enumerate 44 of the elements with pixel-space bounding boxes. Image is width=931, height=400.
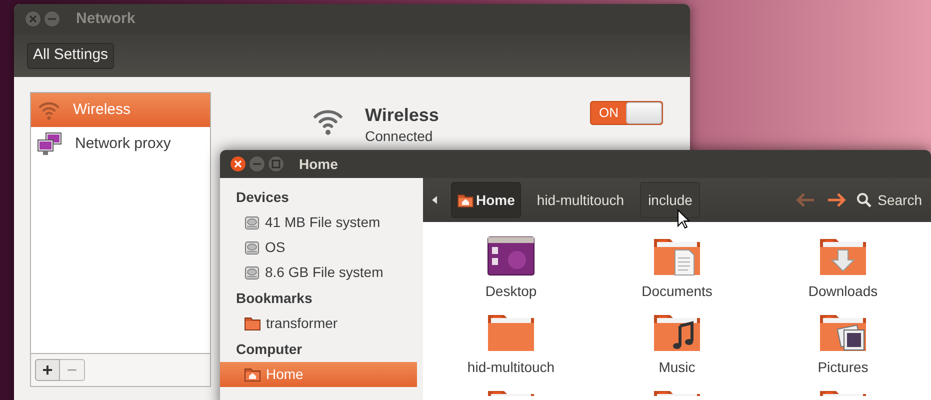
folder-icon xyxy=(244,316,261,331)
window-title: Network xyxy=(76,8,136,29)
sidebar-item[interactable]: transformer xyxy=(220,311,423,336)
sidebar-item[interactable]: 8.6 GB File system xyxy=(220,260,423,285)
file-label: Downloads xyxy=(808,282,878,300)
home-folder-icon xyxy=(244,367,261,382)
path-button[interactable]: hid-multitouch xyxy=(526,182,634,218)
hard-drive-icon xyxy=(244,214,260,230)
folder-icon xyxy=(653,388,701,396)
add-button[interactable]: + xyxy=(35,359,60,381)
sidebar-item[interactable]: 41 MB File system xyxy=(220,210,423,235)
document-folder-icon xyxy=(653,236,701,276)
download-folder-icon xyxy=(819,236,867,276)
forward-arrow-icon[interactable] xyxy=(826,193,846,207)
file-label: Documents xyxy=(642,282,712,300)
sidebar-item[interactable]: OS xyxy=(220,235,423,260)
file-label: Music xyxy=(658,358,696,376)
path-button[interactable]: include xyxy=(640,182,700,218)
file-label: hid-multitouch xyxy=(467,358,555,376)
desktop-icon xyxy=(487,236,535,276)
scroll-left-icon[interactable] xyxy=(431,195,439,205)
home-folder-icon xyxy=(457,192,474,208)
monitors-icon xyxy=(37,132,63,156)
folder-icon xyxy=(487,388,535,396)
path-button[interactable]: Home xyxy=(451,182,521,218)
search-icon xyxy=(856,192,872,208)
music-folder-icon xyxy=(653,312,701,352)
search-button[interactable]: Search xyxy=(856,190,922,210)
sidebar-heading: Bookmarks xyxy=(235,288,314,308)
sidebar-heading: Computer xyxy=(235,340,304,359)
folder-icon xyxy=(487,312,535,352)
hard-drive-icon xyxy=(244,264,260,280)
folder-icon xyxy=(819,388,867,396)
all-settings-button[interactable]: All Settings xyxy=(27,42,114,68)
file-label: Pictures xyxy=(818,358,868,376)
pictures-folder-icon xyxy=(819,312,867,352)
connection-title: Wireless xyxy=(365,104,440,126)
file-label: Desktop xyxy=(485,282,537,300)
mouse-pointer-icon xyxy=(677,209,690,229)
hard-drive-icon xyxy=(244,240,260,256)
sidebar-heading: Devices xyxy=(235,188,290,206)
connection-item[interactable]: Network proxy xyxy=(31,127,210,161)
window-title: Home xyxy=(299,154,338,174)
connection-status: Connected xyxy=(365,127,434,146)
